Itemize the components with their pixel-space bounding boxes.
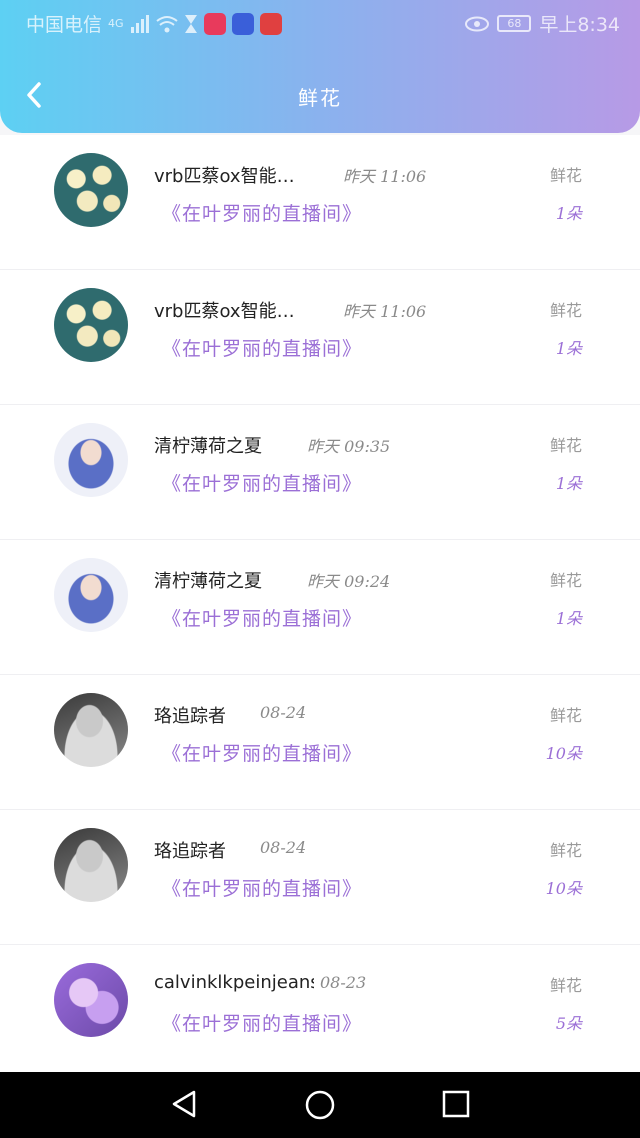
- avatar[interactable]: [54, 693, 128, 767]
- sent-time: 08-23: [320, 973, 367, 992]
- sender-name: calvinklkpeinjeans: [154, 972, 314, 993]
- wifi-icon: [155, 15, 178, 32]
- avatar[interactable]: [54, 288, 128, 362]
- triangle-back-icon: [172, 1090, 196, 1118]
- sender-name: 清柠薄荷之夏: [154, 571, 262, 592]
- gift-name: 鲜花: [549, 436, 582, 455]
- gift-name: 鲜花: [549, 976, 582, 995]
- avatar[interactable]: [54, 828, 128, 902]
- gift-record-list[interactable]: vrb匹蔡ox智能… 昨天 11:06 《在叶罗丽的直播间》 鲜花 1朵 vrb…: [0, 135, 640, 1072]
- header: 中国电信 4G 68 早上8:34 鲜花: [0, 0, 640, 133]
- sent-time: 昨天 11:06: [343, 302, 427, 321]
- battery-indicator: 68: [497, 15, 532, 32]
- avatar[interactable]: [54, 423, 128, 497]
- gift-name: 鲜花: [549, 841, 582, 860]
- circle-home-icon: [305, 1090, 335, 1120]
- live-room-link[interactable]: 《在叶罗丽的直播间》: [162, 874, 362, 901]
- carrier-label: 中国电信: [26, 14, 103, 36]
- signal-icon: [130, 14, 149, 33]
- gift-count: 1朵: [555, 339, 582, 358]
- tieba-notification-icon: [231, 12, 254, 35]
- list-item[interactable]: 清柠薄荷之夏 昨天 09:24 《在叶罗丽的直播间》 鲜花 1朵: [0, 540, 640, 675]
- hourglass-icon: [184, 14, 197, 33]
- gift-count: 10朵: [545, 879, 582, 898]
- square-recent-icon: [442, 1090, 470, 1118]
- avatar[interactable]: [54, 558, 128, 632]
- sender-name: 珞追踪者: [154, 841, 226, 862]
- sent-time: 昨天 09:24: [307, 572, 391, 591]
- gift-count: 1朵: [555, 609, 582, 628]
- sent-time: 08-24: [260, 703, 307, 722]
- eye-icon: [465, 16, 490, 31]
- list-item[interactable]: vrb匹蔡ox智能… 昨天 11:06 《在叶罗丽的直播间》 鲜花 1朵: [0, 270, 640, 405]
- list-item[interactable]: calvinklkpeinjeans 08-23 《在叶罗丽的直播间》 鲜花 5…: [0, 945, 640, 1072]
- nav-recent-button[interactable]: [441, 1089, 471, 1123]
- list-item[interactable]: 清柠薄荷之夏 昨天 09:35 《在叶罗丽的直播间》 鲜花 1朵: [0, 405, 640, 540]
- gift-name: 鲜花: [549, 301, 582, 320]
- gift-count: 1朵: [555, 204, 582, 223]
- sender-name: vrb匹蔡ox智能…: [154, 166, 295, 187]
- sender-name: 珞追踪者: [154, 706, 226, 727]
- live-room-link[interactable]: 《在叶罗丽的直播间》: [162, 739, 362, 766]
- page-title: 鲜花: [298, 86, 342, 110]
- sent-time: 08-24: [260, 838, 307, 857]
- list-item[interactable]: vrb匹蔡ox智能… 昨天 11:06 《在叶罗丽的直播间》 鲜花 1朵: [0, 135, 640, 270]
- gift-count: 1朵: [555, 474, 582, 493]
- avatar[interactable]: [54, 963, 128, 1037]
- status-left: 中国电信 4G: [26, 10, 282, 37]
- status-right: 68 早上8:34: [465, 10, 620, 37]
- live-room-link[interactable]: 《在叶罗丽的直播间》: [162, 469, 362, 496]
- gift-name: 鲜花: [549, 706, 582, 725]
- nav-back-button[interactable]: [170, 1089, 198, 1123]
- gift-count: 5朵: [555, 1014, 582, 1033]
- status-time: 早上8:34: [539, 14, 620, 36]
- sent-time: 昨天 09:35: [307, 437, 391, 456]
- system-navigation-bar: [0, 1072, 640, 1138]
- live-room-link[interactable]: 《在叶罗丽的直播间》: [162, 334, 362, 361]
- gift-name: 鲜花: [549, 571, 582, 590]
- sender-name: 清柠薄荷之夏: [154, 436, 262, 457]
- sent-time: 昨天 11:06: [343, 167, 427, 186]
- status-bar: 中国电信 4G 68 早上8:34: [0, 0, 640, 44]
- live-room-link[interactable]: 《在叶罗丽的直播间》: [162, 199, 362, 226]
- heart-notification-icon: [259, 12, 282, 35]
- nav-bar: 鲜花: [0, 62, 640, 130]
- gift-name: 鲜花: [549, 166, 582, 185]
- sender-name: vrb匹蔡ox智能…: [154, 301, 295, 322]
- network-label: 4G: [108, 17, 124, 30]
- app-notification-icon: [203, 12, 226, 35]
- nav-home-button[interactable]: [304, 1089, 336, 1125]
- gift-count: 10朵: [545, 744, 582, 763]
- list-item[interactable]: 珞追踪者 08-24 《在叶罗丽的直播间》 鲜花 10朵: [0, 675, 640, 810]
- list-item[interactable]: 珞追踪者 08-24 《在叶罗丽的直播间》 鲜花 10朵: [0, 810, 640, 945]
- live-room-link[interactable]: 《在叶罗丽的直播间》: [162, 1009, 362, 1036]
- live-room-link[interactable]: 《在叶罗丽的直播间》: [162, 604, 362, 631]
- avatar[interactable]: [54, 153, 128, 227]
